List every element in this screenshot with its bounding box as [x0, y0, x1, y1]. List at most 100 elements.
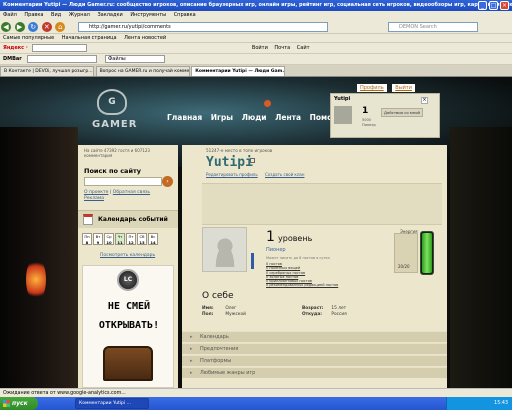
chest-image — [103, 346, 153, 381]
section-platforms[interactable]: Платформы — [182, 355, 447, 366]
calendar-day[interactable]: Вс 14 — [148, 233, 158, 245]
calendar-day[interactable]: Сб 13 — [137, 233, 147, 245]
minimize-button[interactable]: _ — [478, 1, 487, 10]
yandex-toolbar: Яндекс · Войти Почта Сайт — [0, 43, 512, 54]
url-bar[interactable]: http://gamer.ru/yutipi/comments — [78, 22, 328, 32]
profile-popup-name[interactable]: Yutipi — [334, 96, 350, 102]
actions-button[interactable]: Действия со мной — [381, 108, 423, 117]
calendar-day-name: Сб — [139, 234, 145, 239]
achievement-recommended[interactable]: 0 рекомендованных редакцией постов — [266, 283, 386, 287]
calendar-day-name: Пт — [128, 234, 134, 239]
search-button[interactable]: › — [162, 176, 173, 187]
energy-battery-icon — [420, 231, 434, 275]
reload-icon[interactable]: ↻ — [28, 22, 39, 32]
calendar-day-number: 13 — [139, 239, 145, 245]
calendar-days: Пн 8 Вт 9 Ср 10 Чт 11 Пт 12 Сб 13 Вс 14 — [82, 233, 159, 246]
site-search-input[interactable] — [84, 177, 162, 186]
calendar-day[interactable]: Пт 12 — [126, 233, 136, 245]
avatar[interactable] — [334, 106, 352, 124]
main-nav: Главная Игры Люди Лента Помощь — [167, 113, 352, 122]
posting-limit: Может писать до 8 постов в сутки — [266, 256, 330, 260]
profile-popup-rank: Пионер — [362, 123, 376, 127]
create-clan-link[interactable]: Создать свой клан — [265, 172, 304, 177]
profile-action-links: Редактировать профиль Создать свой клан — [206, 172, 310, 177]
system-tray: 15:43 — [446, 397, 512, 410]
home-icon[interactable]: ⌂ — [55, 22, 66, 32]
maximize-button[interactable]: □ — [489, 1, 498, 10]
feedback-link[interactable]: Обратная связь — [113, 190, 150, 195]
nav-feed[interactable]: Лента — [275, 113, 301, 122]
section-genres[interactable]: Любимые жанры игр — [182, 367, 447, 378]
start-button[interactable]: пуск — [0, 397, 38, 410]
ad-banner[interactable]: LC НЕ СМЕЙ ОТКРЫВАТЬ! — [82, 265, 174, 388]
notification-dot[interactable] — [264, 100, 271, 107]
nav-games[interactable]: Игры — [211, 113, 233, 122]
calendar-day[interactable]: Ср 10 — [104, 233, 114, 245]
menu-file[interactable]: Файл — [3, 12, 17, 18]
bookmark-news[interactable]: Лента новостей — [124, 35, 166, 41]
yandex-search-input[interactable] — [32, 43, 88, 52]
menu-edit[interactable]: Правка — [24, 12, 43, 18]
search-title: Поиск по сайту — [84, 167, 142, 175]
calendar-day[interactable]: Чт 11 — [115, 233, 125, 245]
dmbar-files-select[interactable]: Файлы — [104, 54, 165, 63]
right-decoration — [450, 127, 512, 388]
menu-bookmarks[interactable]: Закладки — [97, 12, 122, 18]
windows-logo-icon — [3, 400, 10, 407]
status-bar: Ожидание ответа от www.google-analytics.… — [0, 388, 512, 397]
close-window-button[interactable]: × — [500, 1, 509, 10]
bookmark-popular[interactable]: Самые популярные — [3, 35, 54, 41]
section-calendar[interactable]: Календарь — [182, 331, 447, 342]
nav-people[interactable]: Люди — [242, 113, 267, 122]
calendar-link[interactable]: Посмотреть календарь — [100, 253, 155, 258]
menu-tools[interactable]: Инструменты — [130, 12, 166, 18]
yandex-logo[interactable]: Яндекс · — [3, 45, 28, 51]
yandex-site[interactable]: Сайт — [297, 45, 310, 51]
calendar-day[interactable]: Пн 8 — [82, 233, 92, 245]
ads-link[interactable]: Реклама — [84, 196, 104, 201]
logout-link[interactable]: Выйти — [392, 84, 416, 92]
tab-vkontakte[interactable]: В Контакте | DEVOi, лучшая розыгр... — [0, 66, 94, 76]
menu-help[interactable]: Справка — [174, 12, 196, 18]
calendar-day-number: 11 — [117, 239, 123, 245]
section-preferences[interactable]: Предпочтения — [182, 343, 447, 354]
from-value: Россия — [331, 312, 347, 317]
menu-view[interactable]: Вид — [51, 12, 61, 18]
profile-sections: Календарь Предпочтения Платформы Любимые… — [182, 331, 447, 379]
player-rank: 51247-е место в топе игроков — [206, 148, 273, 153]
search-input[interactable]: DEMON Search — [388, 22, 478, 32]
level-title[interactable]: Пионер — [266, 247, 286, 253]
profile-popup-level: 1 — [362, 106, 369, 116]
calendar-day-name: Ср — [106, 234, 112, 239]
menu-history[interactable]: Журнал — [69, 12, 90, 18]
about-link[interactable]: О проекте — [84, 190, 108, 195]
gamer-logo-emblem[interactable]: G — [97, 89, 127, 115]
tab-comments[interactable]: Комментарии Yutipi — Люди Gam... — [191, 66, 286, 76]
taskbar-firefox-item[interactable]: Комментарии Yutipi ... — [75, 398, 149, 409]
edit-profile-link[interactable]: Редактировать профиль — [206, 172, 258, 177]
bookmark-start[interactable]: Начальная страница — [62, 35, 117, 41]
nav-home[interactable]: Главная — [167, 113, 202, 122]
sidebar-links: О проекте | Обратная связь Реклама — [84, 190, 151, 201]
yandex-mail[interactable]: Почта — [274, 45, 290, 51]
name-value: Олег — [225, 306, 237, 311]
yandex-login[interactable]: Войти — [252, 45, 268, 51]
tab-gamer-question[interactable]: Вопрос на GAMER.ru и получай комме... — [95, 66, 190, 76]
dmbar-logo[interactable]: DMBar — [3, 56, 22, 62]
close-icon[interactable]: × — [421, 97, 428, 104]
edit-icon[interactable] — [250, 158, 255, 163]
dm-toolbar: DMBar Файлы — [0, 54, 512, 65]
stop-icon[interactable]: ✕ — [41, 22, 52, 32]
clock: 15:43 — [494, 401, 508, 406]
profile-avatar[interactable] — [202, 227, 247, 272]
back-icon[interactable]: ◀ — [1, 22, 11, 32]
info-left: Имя: Олег Пол: Мужской — [202, 306, 246, 318]
age-value: 15 лет — [331, 306, 347, 311]
dmbar-search-input[interactable] — [27, 54, 98, 63]
level-number: 1 — [266, 229, 275, 245]
gamer-logo[interactable]: GAMER — [92, 119, 137, 130]
profile-link[interactable]: Профиль — [357, 84, 387, 92]
gender-label: Пол: — [202, 312, 214, 317]
forward-icon[interactable]: ▶ — [14, 22, 25, 32]
calendar-day[interactable]: Вт 9 — [93, 233, 103, 245]
